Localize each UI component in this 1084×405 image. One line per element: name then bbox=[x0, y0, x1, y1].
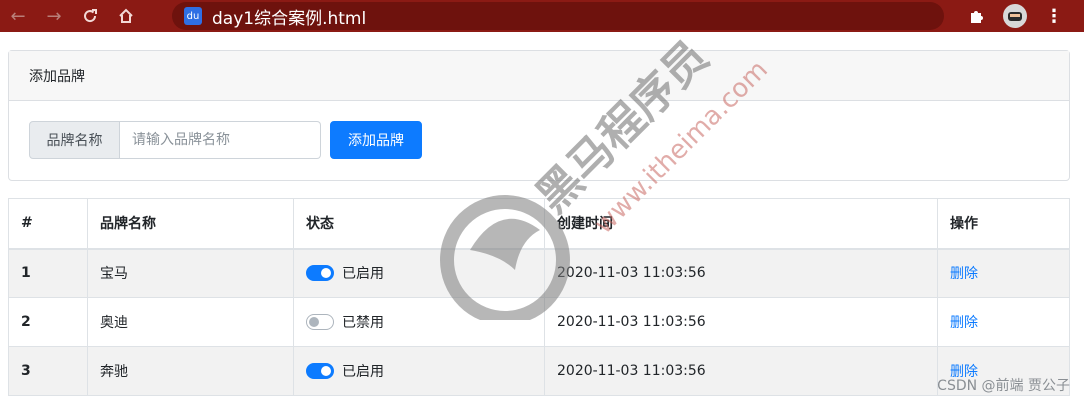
avatar[interactable] bbox=[1000, 0, 1030, 32]
row-status: 已启用 bbox=[293, 248, 545, 298]
add-brand-card: 添加品牌 品牌名称 添加品牌 bbox=[8, 50, 1070, 181]
table-row: 2 奥迪 已禁用 2020-11-03 11:03:56 删除 bbox=[8, 297, 1070, 347]
kebab-menu-icon[interactable]: ⋮ bbox=[1042, 0, 1066, 32]
row-action: 删除 bbox=[937, 297, 1070, 347]
address-bar[interactable]: du day1综合案例.html bbox=[172, 2, 944, 30]
row-brand-name: 奥迪 bbox=[87, 297, 294, 347]
delete-link[interactable]: 删除 bbox=[950, 315, 978, 331]
status-toggle-switch[interactable] bbox=[306, 363, 334, 379]
table-row: 1 宝马 已启用 2020-11-03 11:03:56 删除 bbox=[8, 248, 1070, 298]
delete-link[interactable]: 删除 bbox=[950, 266, 978, 282]
footer-credit: CSDN @前端 贾公子 bbox=[937, 378, 1070, 394]
row-action: 删除 bbox=[937, 248, 1070, 298]
row-id: 1 bbox=[8, 248, 88, 298]
brand-name-addon: 品牌名称 bbox=[29, 121, 120, 159]
column-header-name: 品牌名称 bbox=[87, 198, 294, 250]
browser-toolbar: ← → du day1综合案例.html ⋮ bbox=[0, 0, 1084, 32]
table-header-row: # 品牌名称 状态 创建时间 操作 bbox=[8, 198, 1070, 250]
column-header-time: 创建时间 bbox=[544, 198, 938, 250]
column-header-status: 状态 bbox=[293, 198, 545, 250]
puzzle-icon[interactable] bbox=[962, 0, 990, 32]
card-header: 添加品牌 bbox=[9, 51, 1069, 101]
card-body: 品牌名称 添加品牌 bbox=[9, 101, 1069, 181]
row-brand-name: 奔驰 bbox=[87, 346, 294, 396]
home-icon[interactable] bbox=[108, 0, 144, 32]
row-id: 3 bbox=[8, 346, 88, 396]
url-text: day1综合案例.html bbox=[212, 8, 367, 29]
table-row: 3 奔驰 已启用 2020-11-03 11:03:56 删除 bbox=[8, 346, 1070, 396]
status-label: 已启用 bbox=[342, 364, 384, 380]
row-created-time: 2020-11-03 11:03:56 bbox=[544, 297, 938, 347]
column-header-action: 操作 bbox=[937, 198, 1070, 250]
status-toggle-switch[interactable] bbox=[306, 314, 334, 330]
status-label: 已启用 bbox=[342, 266, 384, 283]
reload-icon[interactable] bbox=[72, 0, 108, 32]
page-favicon-icon: du bbox=[184, 7, 202, 25]
row-created-time: 2020-11-03 11:03:56 bbox=[544, 248, 938, 298]
add-brand-button[interactable]: 添加品牌 bbox=[330, 121, 422, 159]
row-status: 已启用 bbox=[293, 346, 545, 396]
brand-name-input[interactable] bbox=[120, 121, 321, 159]
status-toggle-switch[interactable] bbox=[306, 265, 334, 282]
row-created-time: 2020-11-03 11:03:56 bbox=[544, 346, 938, 396]
brand-table: # 品牌名称 状态 创建时间 操作 1 宝马 已启用 2020-11-03 11… bbox=[8, 198, 1070, 396]
back-arrow-icon[interactable]: ← bbox=[0, 0, 36, 32]
row-brand-name: 宝马 bbox=[87, 248, 294, 298]
status-label: 已禁用 bbox=[342, 315, 384, 331]
column-header-id: # bbox=[8, 198, 88, 250]
forward-arrow-icon[interactable]: → bbox=[36, 0, 72, 32]
row-id: 2 bbox=[8, 297, 88, 347]
brand-input-group: 品牌名称 bbox=[29, 121, 321, 159]
row-status: 已禁用 bbox=[293, 297, 545, 347]
